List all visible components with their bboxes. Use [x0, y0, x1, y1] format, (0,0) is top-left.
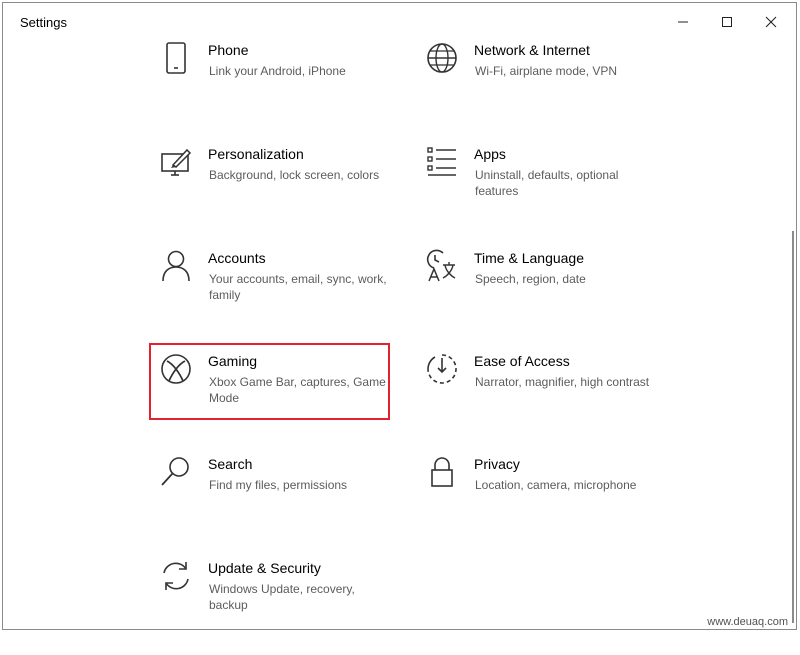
sync-icon [159, 559, 193, 593]
category-description: Find my files, permissions [209, 478, 348, 492]
category-privacy[interactable]: Privacy Location, camera, microphone [425, 455, 653, 551]
title-bar[interactable]: Settings [3, 3, 796, 41]
minimize-button[interactable] [661, 7, 705, 37]
category-title: Apps [474, 146, 506, 162]
category-description: Location, camera, microphone [475, 478, 637, 492]
category-title: Network & Internet [474, 42, 590, 58]
category-description: Wi-Fi, airplane mode, VPN [475, 64, 618, 78]
category-description: Link your Android, iPhone [209, 64, 346, 78]
category-network[interactable]: Network & Internet Wi-Fi, airplane mode,… [425, 41, 653, 137]
watermark: www.deuaq.com [707, 616, 788, 628]
maximize-icon [722, 17, 732, 27]
ease-of-access-icon [425, 352, 459, 386]
category-phone[interactable]: Phone Link your Android, iPhone [159, 41, 387, 137]
category-description: Uninstall, defaults, optional features [475, 168, 619, 198]
category-personalization[interactable]: Personalization Background, lock screen,… [159, 145, 387, 241]
maximize-button[interactable] [705, 7, 749, 37]
category-title: Phone [208, 42, 249, 58]
globe-icon [425, 41, 459, 75]
category-title: Update & Security [208, 560, 321, 576]
category-title: Ease of Access [474, 353, 570, 369]
close-icon [765, 16, 777, 28]
personalization-icon [159, 145, 193, 179]
category-description: Speech, region, date [475, 272, 586, 286]
category-update-security[interactable]: Update & Security Windows Update, recove… [159, 559, 387, 655]
category-title: Time & Language [474, 250, 584, 266]
settings-window: Settings Phone Link your Android, iPhone… [2, 2, 797, 630]
category-title: Search [208, 456, 253, 472]
category-apps[interactable]: Apps Uninstall, defaults, optional featu… [425, 145, 653, 241]
person-icon [159, 249, 193, 283]
category-search[interactable]: Search Find my files, permissions [159, 455, 387, 551]
lock-icon [425, 455, 459, 489]
scrollbar[interactable] [792, 231, 794, 623]
category-title: Personalization [208, 146, 304, 162]
category-title: Privacy [474, 456, 520, 472]
category-description: Windows Update, recovery, backup [209, 582, 355, 612]
highlight-box [149, 343, 390, 420]
category-accounts[interactable]: Accounts Your accounts, email, sync, wor… [159, 249, 387, 345]
category-description: Narrator, magnifier, high contrast [475, 375, 650, 389]
category-title: Accounts [208, 250, 266, 266]
time-language-icon [425, 249, 459, 283]
category-time-language[interactable]: Time & Language Speech, region, date [425, 249, 653, 345]
minimize-icon [678, 21, 688, 23]
category-ease-of-access[interactable]: Ease of Access Narrator, magnifier, high… [425, 352, 653, 448]
phone-icon [159, 41, 193, 75]
search-icon [159, 455, 193, 489]
close-button[interactable] [749, 7, 793, 37]
window-title: Settings [20, 15, 67, 30]
apps-list-icon [425, 145, 459, 179]
category-description: Background, lock screen, colors [209, 168, 380, 182]
category-description: Your accounts, email, sync, work, family [209, 272, 387, 302]
